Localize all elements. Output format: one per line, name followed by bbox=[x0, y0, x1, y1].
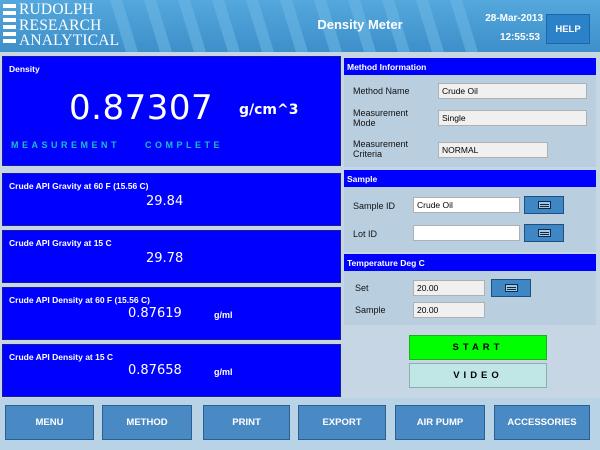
measurement-criteria-label: Measurement Criteria bbox=[353, 139, 409, 159]
method-info-header: Method Information bbox=[344, 58, 596, 75]
method-name-label: Method Name bbox=[353, 86, 410, 96]
measurement-mode-field: Single bbox=[438, 110, 587, 126]
accessories-button[interactable]: ACCESSORIES bbox=[494, 405, 590, 440]
result-label: Crude API Gravity at 15 C bbox=[9, 238, 112, 248]
method-name-field: Crude Oil bbox=[438, 83, 587, 99]
print-button[interactable]: PRINT bbox=[203, 405, 290, 440]
result-value: 29.78 bbox=[146, 251, 184, 266]
set-temp-label: Set bbox=[355, 283, 369, 293]
company-logo: RUDOLPH RESEARCH ANALYTICAL bbox=[3, 2, 119, 50]
result-value: 0.87658 bbox=[128, 363, 182, 378]
footer-bar: MENU METHOD PRINT EXPORT AIR PUMP ACCESS… bbox=[0, 398, 600, 450]
set-temp-field[interactable]: 20.00 bbox=[413, 280, 485, 296]
set-temp-keyboard-button[interactable] bbox=[491, 279, 531, 297]
result-label: Crude API Density at 60 F (15.56 C) bbox=[9, 295, 150, 305]
method-info-body: Method Name Crude Oil Measurement Mode S… bbox=[344, 75, 596, 167]
keyboard-icon bbox=[537, 229, 551, 237]
sample-id-input[interactable]: Crude Oil bbox=[413, 197, 520, 213]
lot-id-label: Lot ID bbox=[353, 229, 378, 239]
result-unit: g/ml bbox=[214, 367, 233, 377]
start-button[interactable]: START bbox=[409, 335, 547, 360]
video-button[interactable]: VIDEO bbox=[409, 363, 547, 388]
result-value: 29.84 bbox=[146, 194, 184, 209]
air-pump-button[interactable]: AIR PUMP bbox=[395, 405, 485, 440]
sample-id-label: Sample ID bbox=[353, 201, 396, 211]
measurement-criteria-field: NORMAL bbox=[438, 142, 548, 158]
result-label: Crude API Density at 15 C bbox=[9, 352, 114, 362]
result-panel-api-density-60f: Crude API Density at 60 F (15.56 C) 0.87… bbox=[2, 287, 341, 340]
temperature-header: Temperature Deg C bbox=[344, 254, 596, 271]
date-display: 28-Mar-2013 bbox=[485, 13, 543, 24]
logo-line-2: RESEARCH bbox=[19, 16, 102, 34]
help-button[interactable]: HELP bbox=[546, 14, 590, 44]
header-bar: RUDOLPH RESEARCH ANALYTICAL Density Mete… bbox=[0, 0, 600, 52]
temperature-body: Set 20.00 Sample 20.00 bbox=[344, 271, 596, 325]
sample-id-keyboard-button[interactable] bbox=[524, 196, 564, 214]
time-display: 12:55:53 bbox=[499, 32, 540, 43]
export-button[interactable]: EXPORT bbox=[298, 405, 386, 440]
keyboard-icon bbox=[537, 201, 551, 209]
sample-header: Sample bbox=[344, 170, 596, 187]
lot-id-input[interactable] bbox=[413, 225, 520, 241]
lot-id-keyboard-button[interactable] bbox=[524, 224, 564, 242]
density-value: 0.87307 bbox=[69, 88, 214, 128]
sample-temp-field: 20.00 bbox=[413, 302, 485, 318]
keyboard-icon bbox=[504, 284, 518, 292]
density-unit: g/cm^3 bbox=[239, 102, 299, 118]
result-panel-api-gravity-60f: Crude API Gravity at 60 F (15.56 C) 29.8… bbox=[2, 173, 341, 226]
sample-body: Sample ID Crude Oil Lot ID bbox=[344, 187, 596, 252]
logo-line-3: ANALYTICAL bbox=[19, 32, 120, 49]
result-panel-api-density-15c: Crude API Density at 15 C 0.87658 g/ml bbox=[2, 344, 341, 397]
density-label: Density bbox=[9, 64, 40, 74]
status-measurement: MEASUREMENT bbox=[11, 140, 121, 150]
logo-line-1: RUDOLPH bbox=[19, 1, 94, 18]
result-panel-api-gravity-15c: Crude API Gravity at 15 C 29.78 bbox=[2, 230, 341, 283]
method-button[interactable]: METHOD bbox=[102, 405, 192, 440]
sample-temp-label: Sample bbox=[355, 305, 386, 315]
logo-text: RUDOLPH RESEARCH ANALYTICAL bbox=[19, 2, 119, 49]
status-complete: COMPLETE bbox=[145, 140, 224, 150]
result-value: 0.87619 bbox=[128, 306, 182, 321]
app-title: Density Meter bbox=[317, 17, 403, 32]
density-panel: Density 0.87307 g/cm^3 MEASUREMENT COMPL… bbox=[2, 56, 341, 166]
measurement-mode-label: Measurement Mode bbox=[353, 108, 409, 128]
menu-button[interactable]: MENU bbox=[5, 405, 94, 440]
logo-mark-icon bbox=[3, 4, 16, 48]
result-label: Crude API Gravity at 60 F (15.56 C) bbox=[9, 181, 149, 191]
result-unit: g/ml bbox=[214, 310, 233, 320]
